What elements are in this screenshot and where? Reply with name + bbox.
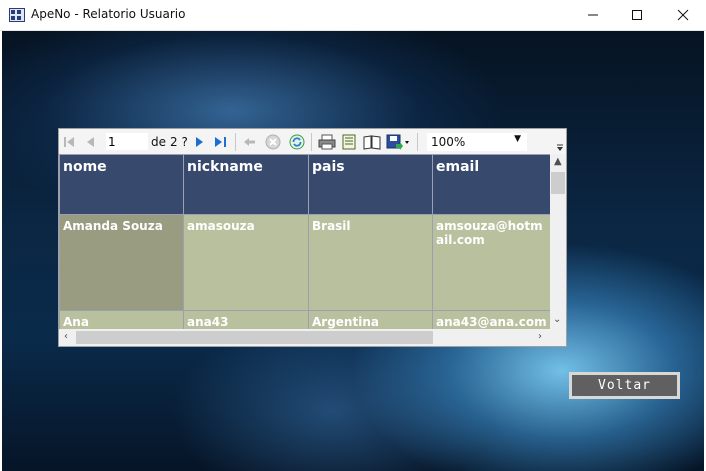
report-viewer: de 2 ? 100% xyxy=(58,128,567,347)
last-page-button[interactable] xyxy=(214,134,228,150)
scroll-up-icon[interactable]: ▲ xyxy=(554,156,562,167)
table-cell: Ana xyxy=(59,310,184,329)
report-toolbar: de 2 ? 100% xyxy=(59,129,566,154)
horizontal-scroll-thumb[interactable] xyxy=(76,331,433,344)
table-header-row: nome nickname pais email xyxy=(59,154,550,215)
horizontal-scrollbar[interactable]: ‹ › xyxy=(59,329,550,346)
table-cell: amsouza@hotmail.com xyxy=(432,214,550,311)
maximize-button[interactable] xyxy=(614,0,660,30)
report-content: nome nickname pais email Amanda Souza am… xyxy=(59,154,550,329)
first-page-icon xyxy=(64,137,74,147)
table-cell: Brasil xyxy=(308,214,433,311)
previous-page-button[interactable] xyxy=(85,134,97,150)
toolbar-overflow-button[interactable] xyxy=(555,143,565,153)
stop-icon xyxy=(265,134,281,150)
export-icon xyxy=(386,134,409,150)
scrollbar-corner xyxy=(550,329,566,346)
page-number-input[interactable] xyxy=(106,133,148,150)
previous-page-icon xyxy=(87,137,94,147)
window-title: ApeNo - Relatorio Usuario xyxy=(31,7,186,21)
column-header: nickname xyxy=(183,154,309,215)
print-layout-button[interactable] xyxy=(341,134,357,150)
print-layout-icon xyxy=(342,134,356,150)
zoom-select[interactable]: 100% ▼ xyxy=(427,133,527,151)
toolbar-overflow-icon xyxy=(557,144,563,151)
last-page-icon xyxy=(215,137,226,147)
table-cell: ana43 xyxy=(183,310,309,329)
next-page-icon xyxy=(196,137,203,147)
page-of-label: de xyxy=(151,135,166,149)
refresh-icon xyxy=(289,134,305,150)
scroll-left-icon[interactable]: ‹ xyxy=(64,331,68,342)
maximize-icon xyxy=(632,10,642,20)
vertical-scrollbar[interactable]: ▲ ⌄ xyxy=(550,154,566,329)
scroll-right-icon[interactable]: › xyxy=(538,331,542,342)
zoom-value: 100% xyxy=(431,135,466,149)
column-header: nome xyxy=(59,154,184,215)
close-button[interactable] xyxy=(660,0,706,30)
minimize-button[interactable] xyxy=(570,0,616,30)
report-table: nome nickname pais email Amanda Souza am… xyxy=(59,154,550,329)
scroll-down-icon[interactable]: ⌄ xyxy=(553,314,561,325)
table-row: Ana ana43 Argentina ana43@ana.com xyxy=(59,310,550,329)
voltar-button[interactable]: Voltar xyxy=(569,372,680,399)
title-bar: ApeNo - Relatorio Usuario xyxy=(0,0,706,31)
minimize-icon xyxy=(588,14,598,16)
export-button[interactable] xyxy=(386,134,410,150)
print-icon xyxy=(318,134,336,150)
page-setup-icon xyxy=(363,135,381,150)
table-cell: amasouza xyxy=(183,214,309,311)
chevron-down-icon: ▼ xyxy=(514,134,521,144)
back-button[interactable] xyxy=(243,134,257,150)
next-page-button[interactable] xyxy=(193,134,205,150)
table-row: Amanda Souza amasouza Brasil amsouza@hot… xyxy=(59,214,550,311)
page-total: 2 ? xyxy=(170,135,188,149)
column-header: pais xyxy=(308,154,433,215)
email-text: amsouza@hotmail.com xyxy=(436,219,543,247)
page-setup-button[interactable] xyxy=(363,134,381,150)
close-icon xyxy=(677,9,689,21)
vertical-scroll-thumb[interactable] xyxy=(551,172,565,194)
print-button[interactable] xyxy=(318,134,336,150)
refresh-button[interactable] xyxy=(289,134,305,150)
table-cell: ana43@ana.com xyxy=(432,310,550,329)
column-header: email xyxy=(432,154,550,215)
first-page-button[interactable] xyxy=(63,134,75,150)
back-icon xyxy=(244,138,255,146)
stop-button[interactable] xyxy=(265,134,281,150)
table-cell: Argentina xyxy=(308,310,433,329)
app-icon xyxy=(9,8,25,22)
table-cell: Amanda Souza xyxy=(59,214,184,311)
